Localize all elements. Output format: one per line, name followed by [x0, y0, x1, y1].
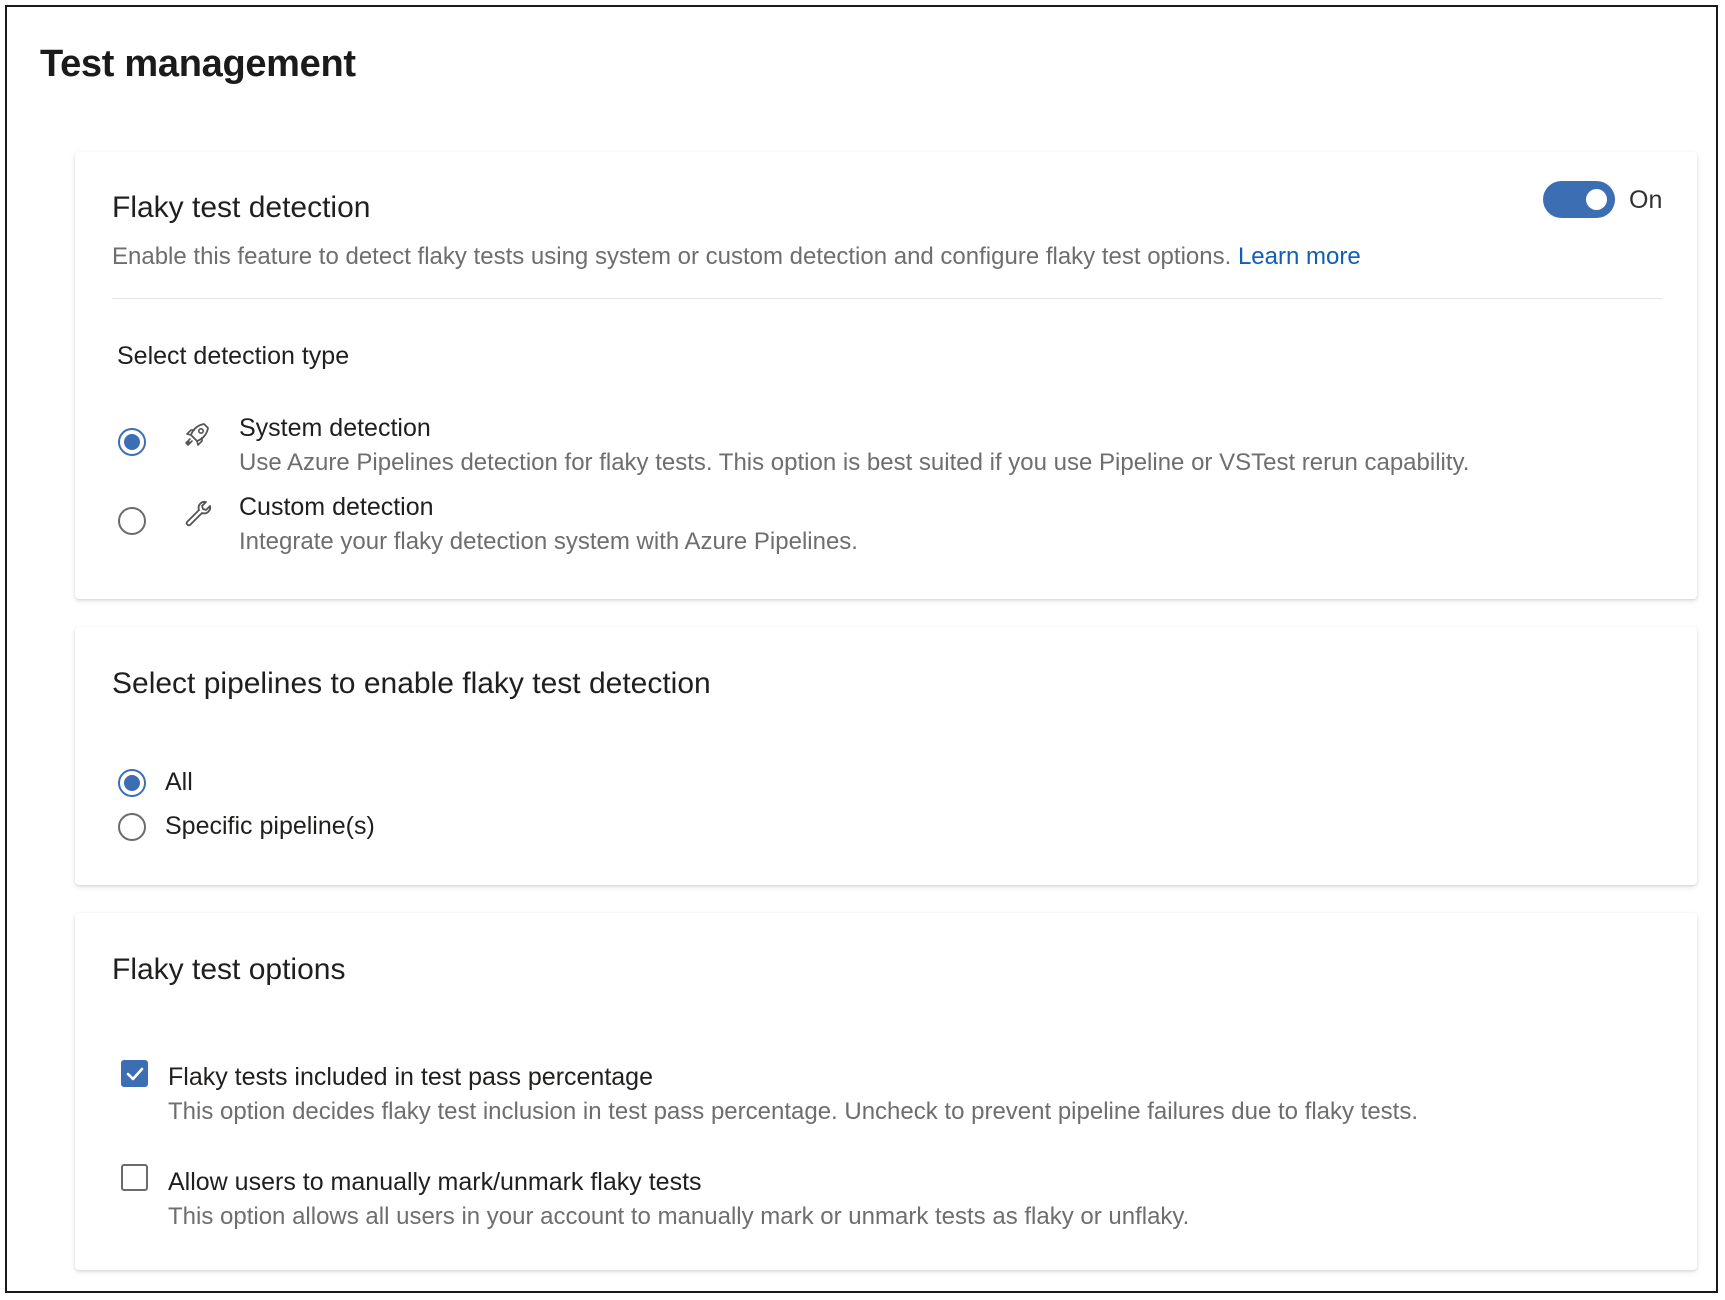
checkmark-icon — [126, 1067, 144, 1081]
pipelines-title: Select pipelines to enable flaky test de… — [112, 667, 711, 700]
flaky-detection-card: Flaky test detection Enable this feature… — [75, 152, 1697, 599]
specific-pipelines-label: Specific pipeline(s) — [165, 812, 375, 840]
manual-mark-description: This option allows all users in your acc… — [168, 1203, 1190, 1230]
custom-detection-radio[interactable] — [118, 507, 146, 535]
include-in-pass-percentage-description: This option decides flaky test inclusion… — [168, 1098, 1419, 1125]
all-pipelines-radio[interactable] — [118, 769, 146, 797]
rocket-icon — [185, 423, 209, 446]
custom-detection-description: Integrate your flaky detection system wi… — [239, 528, 858, 555]
all-pipelines-label: All — [165, 768, 193, 796]
include-in-pass-percentage-title: Flaky tests included in test pass percen… — [168, 1063, 653, 1091]
manual-mark-title: Allow users to manually mark/unmark flak… — [168, 1168, 702, 1196]
flaky-options-card: Flaky test options Flaky tests included … — [75, 913, 1697, 1270]
pipelines-card: Select pipelines to enable flaky test de… — [75, 627, 1697, 885]
system-detection-radio[interactable] — [118, 428, 146, 456]
wrench-icon — [185, 500, 212, 527]
toggle-state-label: On — [1629, 186, 1663, 214]
flaky-detection-description: Enable this feature to detect flaky test… — [112, 243, 1361, 271]
flaky-detection-title: Flaky test detection — [112, 191, 371, 224]
toggle-knob — [1586, 189, 1607, 210]
system-detection-title: System detection — [239, 414, 431, 442]
include-in-pass-percentage-checkbox[interactable] — [121, 1060, 148, 1087]
flaky-detection-description-text: Enable this feature to detect flaky test… — [112, 243, 1232, 270]
flaky-detection-toggle[interactable] — [1543, 181, 1615, 218]
divider — [112, 298, 1662, 299]
settings-frame: Test management Flaky test detection Ena… — [5, 5, 1718, 1293]
detection-type-label: Select detection type — [117, 342, 350, 370]
specific-pipelines-radio[interactable] — [118, 813, 146, 841]
manual-mark-checkbox[interactable] — [121, 1164, 148, 1191]
custom-detection-title: Custom detection — [239, 493, 434, 521]
system-detection-description: Use Azure Pipelines detection for flaky … — [239, 449, 1470, 476]
flaky-options-title: Flaky test options — [112, 953, 346, 986]
page-title: Test management — [40, 43, 356, 85]
learn-more-link[interactable]: Learn more — [1238, 243, 1361, 270]
